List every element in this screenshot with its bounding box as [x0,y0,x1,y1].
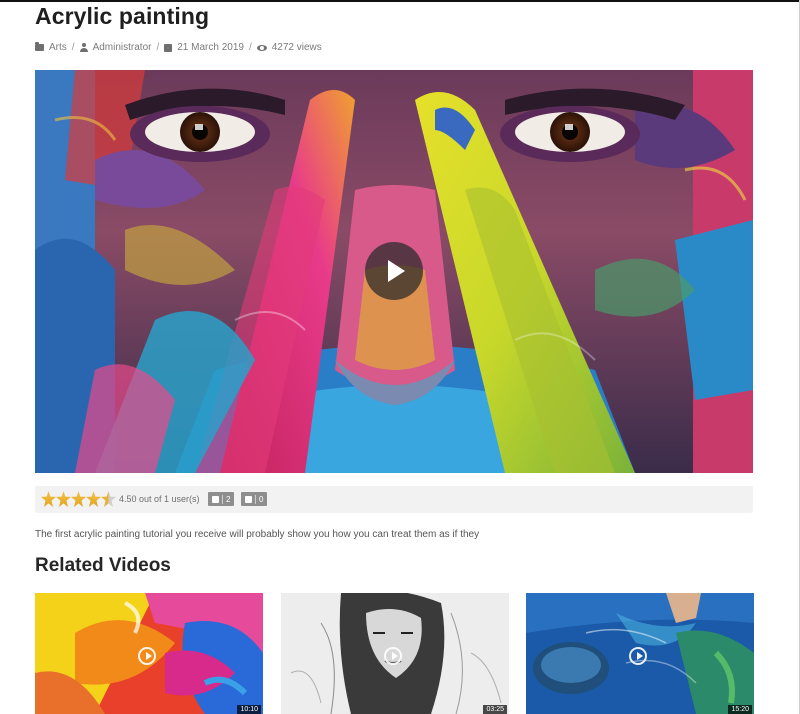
eye-icon [256,44,267,51]
post-date: 21 March 2019 [177,42,244,53]
post-meta: Arts / Administrator / 21 March 2019 / 4… [35,42,322,53]
video-player[interactable] [35,70,753,473]
play-icon [388,260,405,282]
category-link[interactable]: Arts [49,42,67,53]
dislike-button[interactable]: 0 [241,492,268,506]
video-duration: 03:25 [483,705,507,714]
post-title: Acrylic painting [35,3,210,29]
thumbnail-play-icon [384,647,402,665]
meta-separator: / [156,42,160,53]
rating-summary: 4.50 out of 1 user(s) [119,494,200,504]
user-icon [79,43,88,52]
meta-separator: / [248,42,252,53]
star-half-icon[interactable] [101,491,116,507]
thumbnail-play-icon [629,647,647,665]
view-count: 4272 views [271,42,322,53]
calendar-icon [164,43,173,52]
thumbs-down-icon [245,495,252,503]
star-icon[interactable] [56,491,71,507]
author-link[interactable]: Administrator [93,42,152,53]
star-icon[interactable] [41,491,56,507]
thumbs-up-icon [212,495,219,503]
folder-icon [35,42,44,51]
related-video-2[interactable]: 03:25 [281,593,509,714]
like-count: 2 [226,494,231,504]
video-duration: 10:10 [237,705,261,714]
vote-divider [222,494,223,504]
star-rating[interactable] [41,491,116,507]
thumbnail-play-icon [138,647,156,665]
like-button[interactable]: 2 [208,492,235,506]
related-video-1[interactable]: 10:10 [35,593,263,714]
vote-divider [255,494,256,504]
video-duration: 15:20 [728,705,752,714]
star-icon[interactable] [86,491,101,507]
play-button[interactable] [365,242,423,300]
rating-bar: 4.50 out of 1 user(s) 2 0 [35,486,753,513]
meta-separator: / [71,42,75,53]
related-video-3[interactable]: 15:20 [526,593,754,714]
top-border [0,0,800,2]
star-icon[interactable] [71,491,86,507]
post-description: The first acrylic painting tutorial you … [35,529,480,540]
dislike-count: 0 [259,494,264,504]
related-videos-heading: Related Videos [35,555,171,576]
